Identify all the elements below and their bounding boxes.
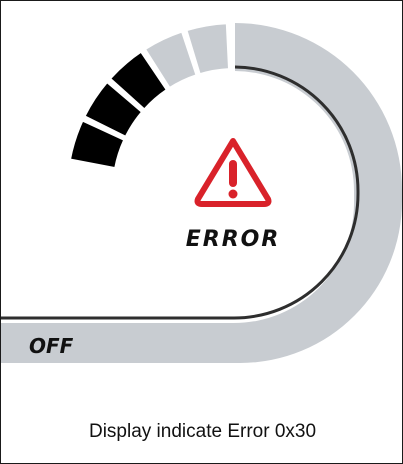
error-status-label: ERROR bbox=[186, 227, 281, 252]
gauge-inner-line bbox=[1, 65, 360, 320]
caption-text: Display indicate Error 0x30 bbox=[88, 421, 317, 442]
display-screen: ERROR OFF bbox=[1, 22, 402, 363]
display-frame: ERROR OFF Display indicate Error 0x30 bbox=[0, 0, 403, 464]
mode-off-label: OFF bbox=[29, 334, 74, 358]
gauge-segments bbox=[68, 22, 231, 170]
warning-triangle-icon bbox=[194, 138, 272, 207]
